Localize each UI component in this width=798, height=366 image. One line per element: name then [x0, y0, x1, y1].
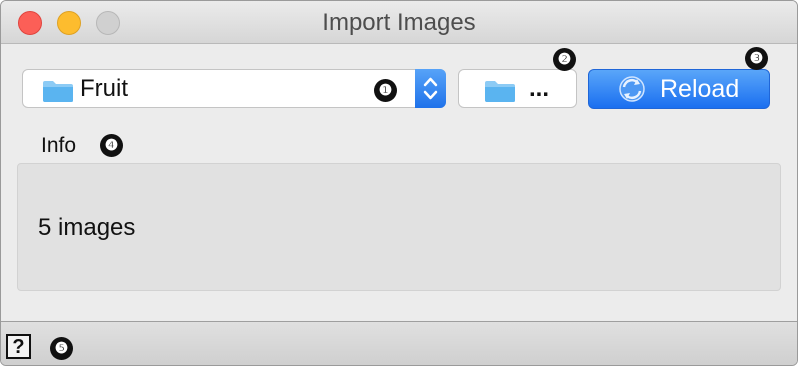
image-count-text: 5 images	[38, 214, 136, 241]
directory-select-value: Fruit	[80, 75, 128, 102]
dropdown-stepper[interactable]	[415, 69, 446, 108]
callout-badge-1: ❶	[374, 79, 397, 102]
callout-badge-2: ❷	[553, 48, 576, 71]
callout-badge-3: ❸	[745, 47, 768, 70]
title-bar: Import Images	[1, 1, 797, 44]
callout-badge-5: ❺	[50, 337, 73, 360]
import-images-window: Import Images Fruit ❶ ... ❷ Reload ❸ Inf…	[0, 0, 798, 366]
callout-badge-4: ❹	[100, 134, 123, 157]
folder-icon	[43, 81, 73, 102]
browse-button[interactable]: ...	[458, 69, 577, 108]
status-bar: ? ❺	[1, 321, 797, 365]
help-button[interactable]: ?	[6, 334, 31, 359]
window-title: Import Images	[322, 9, 476, 36]
refresh-icon	[619, 76, 645, 102]
reload-button[interactable]: Reload	[588, 69, 770, 109]
folder-icon	[485, 81, 515, 102]
info-panel: 5 images	[17, 163, 781, 291]
info-section-label: Info	[41, 134, 77, 157]
browse-button-label: ...	[529, 75, 550, 102]
chevron-up-down-icon	[423, 77, 438, 100]
reload-button-label: Reload	[660, 75, 740, 103]
